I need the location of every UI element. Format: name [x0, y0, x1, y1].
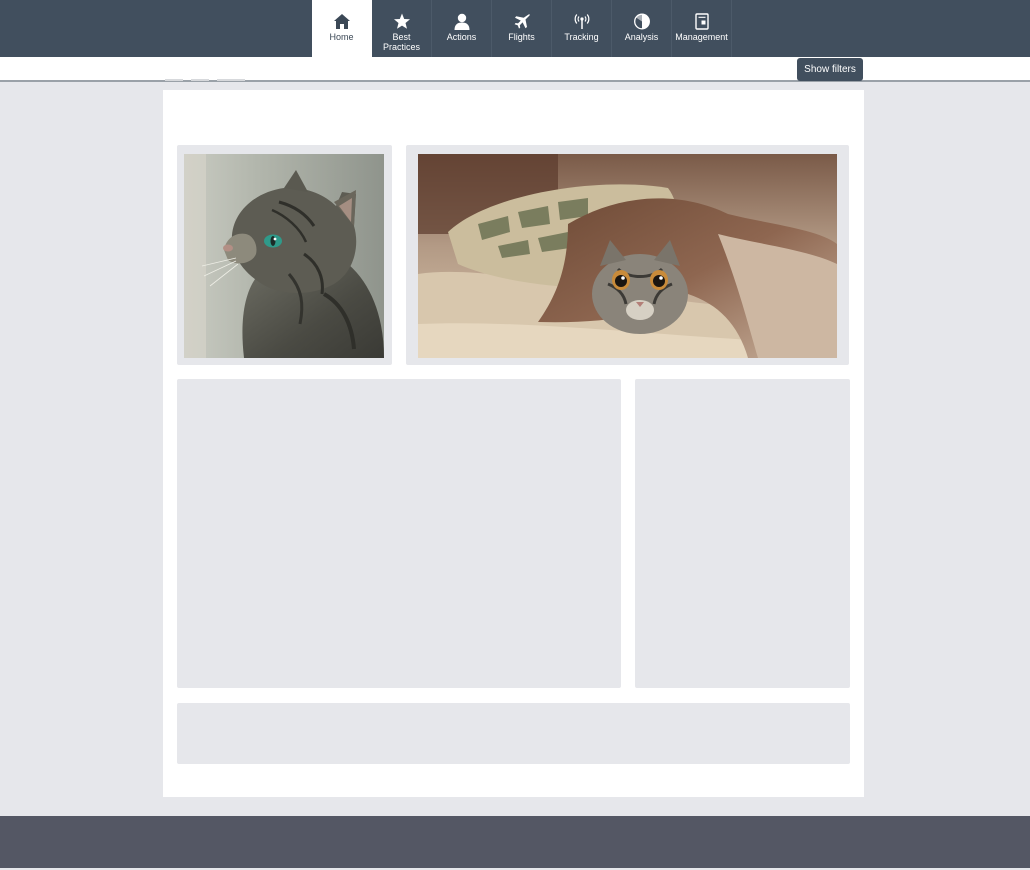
star-icon — [391, 11, 413, 31]
broadcast-icon — [571, 11, 593, 31]
image-tile-cat-portrait — [177, 145, 392, 365]
widget-bottom-placeholder — [177, 703, 850, 764]
breadcrumb-item — [217, 79, 245, 81]
breadcrumb — [165, 79, 245, 81]
nav-item-best-practices[interactable]: Best Practices — [372, 0, 432, 57]
user-icon — [451, 11, 473, 31]
dashboard-content — [163, 90, 864, 797]
filter-bar — [0, 57, 1030, 82]
nav-item-home[interactable]: Home — [312, 0, 372, 57]
nav-item-actions[interactable]: Actions — [432, 0, 492, 57]
nav-item-flights[interactable]: Flights — [492, 0, 552, 57]
main-nav: Home Best Practices Actions Flights Trac… — [312, 0, 732, 57]
widget-side-placeholder — [635, 379, 850, 688]
image-tile-cat-blanket — [406, 145, 849, 365]
show-filters-button[interactable]: Show filters — [797, 58, 863, 81]
page-footer — [0, 816, 1030, 868]
cat-portrait-image — [184, 154, 384, 358]
nav-label-management: Management — [675, 32, 728, 42]
document-icon — [691, 11, 713, 31]
nav-label-actions: Actions — [446, 32, 477, 42]
cat-blanket-image — [418, 154, 837, 358]
nav-label-home: Home — [329, 32, 354, 42]
nav-label-tracking: Tracking — [564, 32, 599, 42]
nav-label-analysis: Analysis — [624, 32, 659, 42]
nav-item-tracking[interactable]: Tracking — [552, 0, 612, 57]
plane-icon — [511, 11, 533, 31]
nav-label-flights: Flights — [508, 32, 535, 42]
nav-item-management[interactable]: Management — [672, 0, 732, 57]
widget-large-placeholder — [177, 379, 621, 688]
breadcrumb-item — [191, 79, 209, 81]
pie-chart-icon — [631, 11, 653, 31]
breadcrumb-item — [165, 79, 183, 81]
nav-item-analysis[interactable]: Analysis — [612, 0, 672, 57]
nav-label-best-practices: Best Practices — [382, 32, 420, 52]
home-icon — [331, 11, 353, 31]
